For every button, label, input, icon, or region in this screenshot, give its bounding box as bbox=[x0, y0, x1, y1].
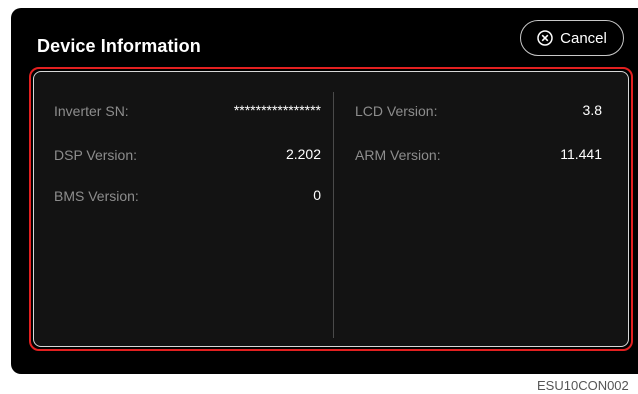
info-panel-highlight: Inverter SN: **************** DSP Versio… bbox=[29, 67, 633, 351]
lcd-version-label: LCD Version: bbox=[355, 103, 438, 119]
dsp-version-value: 2.202 bbox=[285, 146, 321, 162]
column-divider bbox=[333, 92, 334, 338]
figure-code: ESU10CON002 bbox=[537, 378, 629, 393]
info-panel: Inverter SN: **************** DSP Versio… bbox=[33, 71, 629, 347]
close-circle-icon bbox=[537, 30, 553, 46]
bms-version-label: BMS Version: bbox=[54, 188, 139, 204]
cancel-button[interactable]: Cancel bbox=[520, 20, 624, 56]
inverter-sn-value: **************** bbox=[233, 102, 321, 118]
inverter-sn-label: Inverter SN: bbox=[54, 103, 129, 119]
lcd-version-value: 3.8 bbox=[582, 102, 602, 118]
bms-version-value: 0 bbox=[313, 187, 321, 203]
arm-version-label: ARM Version: bbox=[355, 147, 441, 163]
arm-version-value: 11.441 bbox=[560, 146, 602, 162]
dsp-version-label: DSP Version: bbox=[54, 147, 138, 163]
dialog-title: Device Information bbox=[37, 36, 201, 56]
device-info-dialog: Device Information Cancel Inverter SN: *… bbox=[11, 8, 638, 374]
cancel-label: Cancel bbox=[560, 29, 607, 47]
